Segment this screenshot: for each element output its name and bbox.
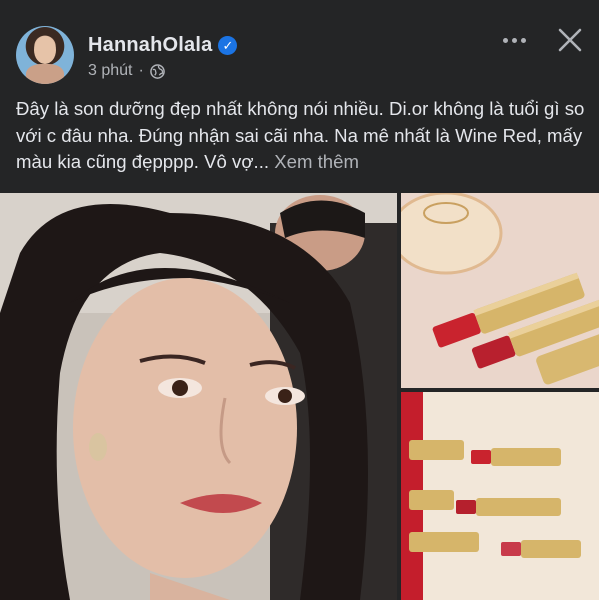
post-time[interactable]: 3 phút — [88, 62, 132, 80]
post-text: Đây là son dưỡng đẹp nhất không nói nhiề… — [16, 96, 588, 176]
more-horizontal-icon — [502, 37, 508, 43]
meta-separator: · — [138, 62, 144, 79]
lipstick-product-photo[interactable] — [401, 193, 599, 388]
author-row: HannahOlala ✓ — [88, 34, 238, 57]
globe-icon — [150, 63, 165, 79]
close-icon[interactable] — [554, 24, 586, 56]
verified-badge-icon: ✓ — [218, 36, 238, 55]
lipstick-flatlay-photo[interactable] — [401, 392, 599, 600]
more-options-button[interactable] — [497, 26, 531, 54]
post-header: HannahOlala ✓ 3 phút · — [0, 0, 599, 90]
author-name[interactable]: HannahOlala — [88, 34, 212, 57]
facebook-post: HannahOlala ✓ 3 phút · Đây là son dưỡng … — [0, 0, 599, 600]
post-meta: 3 phút · — [88, 62, 165, 80]
author-avatar[interactable] — [16, 26, 74, 84]
selfie-photo[interactable] — [0, 193, 397, 600]
see-more-link[interactable]: Xem thêm — [274, 151, 359, 172]
